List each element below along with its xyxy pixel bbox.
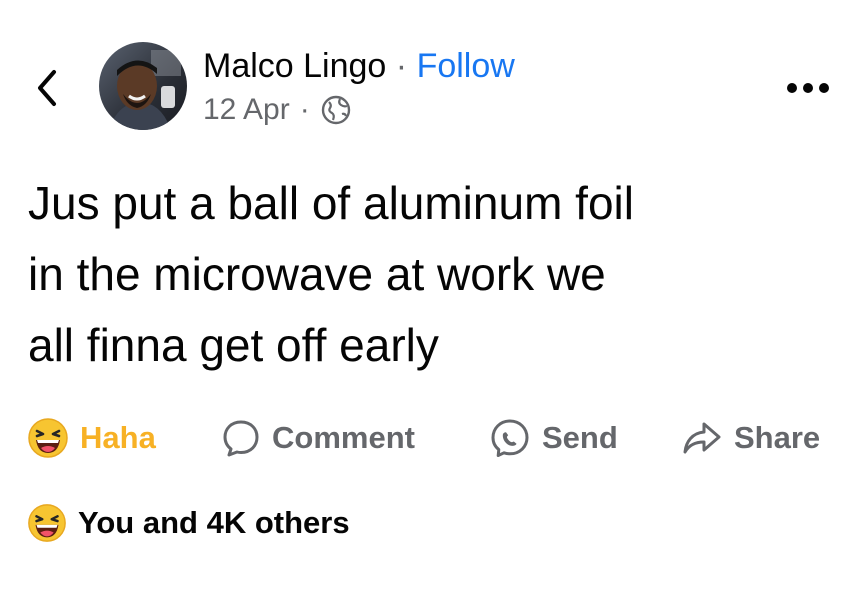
post-line: all finna get off early <box>28 319 439 371</box>
action-bar: Haha Comment Send Share <box>26 412 836 464</box>
author-name[interactable]: Malco Lingo <box>203 47 386 85</box>
send-label: Send <box>542 420 618 455</box>
send-button[interactable]: Send <box>488 412 618 464</box>
haha-emoji-icon <box>28 504 66 542</box>
post-meta: 12 Apr · <box>203 92 352 128</box>
more-options-button[interactable] <box>785 78 831 98</box>
meta-separator: · <box>299 93 310 126</box>
more-dots-icon <box>787 83 829 93</box>
comment-button[interactable]: Comment <box>220 412 415 464</box>
post-line: in the microwave at work we <box>28 248 606 300</box>
haha-emoji-icon <box>28 418 68 458</box>
avatar-image <box>99 42 187 130</box>
follow-button[interactable]: Follow <box>417 47 515 85</box>
haha-label: Haha <box>80 420 156 455</box>
share-button[interactable]: Share <box>680 412 820 464</box>
haha-button[interactable]: Haha <box>26 412 156 464</box>
comment-label: Comment <box>272 420 415 455</box>
comment-bubble-icon <box>223 420 259 457</box>
reactions-count: You and 4K others <box>78 505 350 540</box>
globe-icon <box>321 95 350 125</box>
share-arrow-icon <box>683 422 721 454</box>
avatar[interactable] <box>99 42 187 130</box>
share-label: Share <box>734 420 821 455</box>
messenger-icon <box>491 419 529 457</box>
reactions-summary[interactable]: You and 4K others <box>26 498 350 548</box>
post-line: Jus put a ball of aluminum foil <box>28 177 634 229</box>
author-line: Malco Lingo · Follow <box>203 46 515 86</box>
back-button[interactable] <box>30 66 64 110</box>
separator: · <box>395 47 408 85</box>
post-text: Jus put a ball of aluminum foil in the m… <box>28 168 838 381</box>
back-chevron-icon <box>38 70 56 106</box>
post-date[interactable]: 12 Apr <box>203 92 290 128</box>
